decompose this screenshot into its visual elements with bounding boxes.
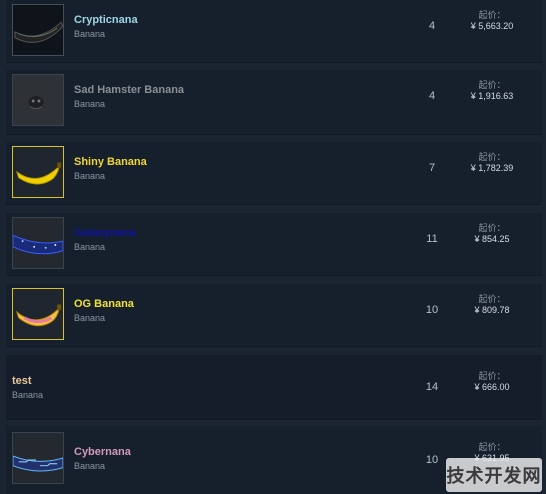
item-type: Banana <box>74 242 106 252</box>
price-label: 起价： <box>478 152 506 162</box>
item-quantity: 10 <box>425 304 439 316</box>
item-price: ¥ 1,916.63 <box>470 91 514 101</box>
black-banana-icon <box>12 4 64 56</box>
list-item[interactable]: OG Banana Banana 10 起价： ¥ 809.78 <box>6 284 542 347</box>
list-item[interactable]: Sad Hamster Banana Banana 4 起价： ¥ 1,916.… <box>6 70 542 135</box>
market-listing: Crypticnana Banana 4 起价： ¥ 5,663.20 Sad … <box>0 0 546 494</box>
item-price: ¥ 854.25 <box>474 234 510 244</box>
item-type: Banana <box>74 99 106 109</box>
item-type: Banana <box>74 313 106 323</box>
hamster-banana-icon <box>12 74 64 126</box>
item-price: ¥ 1,782.39 <box>470 163 514 173</box>
item-name[interactable]: Cybernana <box>74 446 131 458</box>
item-name[interactable]: Crypticnana <box>74 14 138 26</box>
item-name[interactable]: Sad Hamster Banana <box>74 84 184 96</box>
item-name[interactable]: OG Banana <box>74 298 134 310</box>
cyber-banana-icon <box>12 432 64 484</box>
item-type: Banana <box>74 29 106 39</box>
item-name[interactable]: Shiny Banana <box>74 156 147 168</box>
price-label: 起价： <box>478 223 506 233</box>
price-label: 起价： <box>478 294 506 304</box>
item-name[interactable]: test <box>12 375 32 387</box>
item-quantity: 7 <box>428 162 436 174</box>
item-price: ¥ 666.00 <box>474 382 510 392</box>
list-item[interactable]: Shiny Banana Banana 7 起价： ¥ 1,782.39 <box>6 142 542 205</box>
price-label: 起价： <box>478 371 506 381</box>
item-type: Banana <box>12 390 44 400</box>
item-name[interactable]: Galaxynana <box>74 227 136 239</box>
price-label: 起价： <box>478 10 506 20</box>
item-price: ¥ 5,663.20 <box>470 21 514 31</box>
price-label: 起价： <box>478 442 506 452</box>
price-label: 起价： <box>478 80 506 90</box>
og-banana-icon <box>12 288 64 340</box>
item-price: ¥ 809.78 <box>474 305 510 315</box>
item-quantity: 4 <box>428 90 436 102</box>
galaxy-banana-icon <box>12 217 64 269</box>
item-type: Banana <box>74 461 106 471</box>
item-quantity: 4 <box>428 20 436 32</box>
list-item[interactable]: Crypticnana Banana 4 起价： ¥ 5,663.20 <box>6 0 542 63</box>
list-item[interactable]: Galaxynana Banana 11 起价： ¥ 854.25 <box>6 213 542 276</box>
item-quantity: 14 <box>425 381 439 393</box>
watermark: 技术开发网 <box>446 458 542 492</box>
yellow-banana-icon <box>12 146 64 198</box>
item-quantity: 11 <box>426 233 438 245</box>
item-type: Banana <box>74 171 106 181</box>
item-quantity: 10 <box>425 454 439 466</box>
list-item[interactable]: test Banana 14 起价： ¥ 666.00 <box>6 355 542 420</box>
